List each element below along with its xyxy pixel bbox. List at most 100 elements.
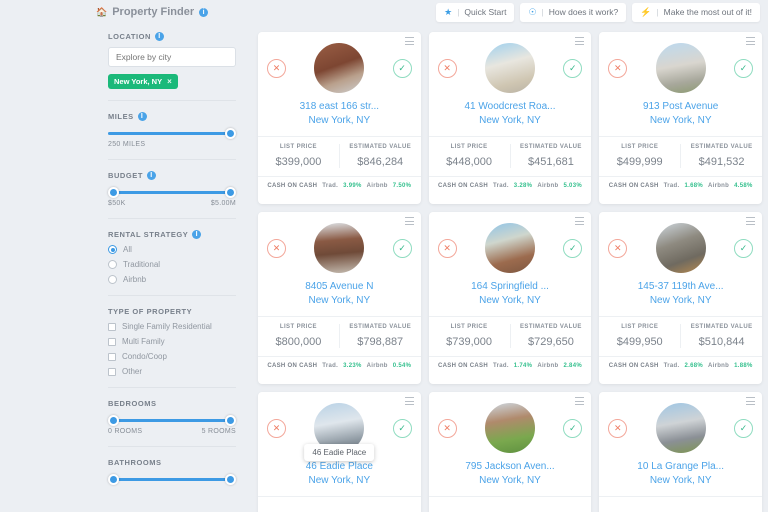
checkbox-condo-coop[interactable]: Condo/Coop — [108, 352, 236, 361]
property-address[interactable]: 145-37 119th Ave... — [599, 280, 762, 294]
list-price-cell: LIST PRICE $399,000 — [258, 144, 339, 168]
reject-property-button[interactable]: ✕ — [438, 239, 457, 258]
radio-icon[interactable] — [108, 260, 117, 269]
slider-knob-max[interactable] — [225, 474, 236, 485]
airbnb-value: 2.84% — [563, 363, 582, 369]
list-price-value: $499,950 — [599, 336, 680, 348]
estimated-value-label: ESTIMATED VALUE — [681, 324, 762, 330]
property-address[interactable]: 10 La Grange Pla... — [599, 460, 762, 474]
checkbox-label: Single Family Residential — [122, 322, 212, 331]
checkbox-icon[interactable] — [108, 323, 116, 331]
separator: | — [457, 7, 459, 17]
bathrooms-slider[interactable] — [108, 473, 236, 485]
reject-property-button[interactable]: ✕ — [267, 419, 286, 438]
bolt-icon: ⚡ — [640, 7, 651, 18]
property-address[interactable]: 318 east 166 str... — [258, 100, 421, 114]
property-card[interactable]: ✕ ✓ 145-37 119th Ave... New York, NY LIS… — [599, 212, 762, 384]
estimated-value-value: $729,650 — [511, 336, 592, 348]
budget-min-label: $50K — [108, 200, 126, 207]
property-thumbnail[interactable] — [483, 221, 537, 275]
info-icon[interactable]: i — [199, 8, 208, 17]
slider-knob-max[interactable] — [225, 128, 236, 139]
accept-property-button[interactable]: ✓ — [393, 419, 412, 438]
accept-property-button[interactable]: ✓ — [734, 419, 753, 438]
cash-on-cash-row: CASH ON CASH Trad. 3.99% Airbnb 7.50% — [258, 176, 421, 189]
make-the-most-button[interactable]: ⚡ | Make the most out of it! — [632, 3, 760, 22]
airbnb-value: 1.88% — [734, 363, 753, 369]
quick-start-button[interactable]: ★ | Quick Start — [436, 3, 514, 22]
property-thumbnail[interactable] — [654, 401, 708, 455]
miles-slider[interactable] — [108, 127, 236, 139]
checkbox-other[interactable]: Other — [108, 367, 236, 376]
info-icon[interactable]: i — [192, 230, 201, 239]
checkbox-icon[interactable] — [108, 338, 116, 346]
accept-property-button[interactable]: ✓ — [734, 239, 753, 258]
city-search-input[interactable] — [108, 47, 236, 67]
property-thumbnail[interactable] — [654, 221, 708, 275]
bathrooms-section: BATHROOMS — [96, 458, 248, 485]
property-thumbnail[interactable] — [312, 41, 366, 95]
radio-icon-selected[interactable] — [108, 245, 117, 254]
card-image-area: ✕ ✓ — [258, 220, 421, 276]
property-card[interactable]: ✕ ✓ 795 Jackson Aven... New York, NY — [429, 392, 592, 512]
property-card[interactable]: ✕ ✓ 318 east 166 str... New York, NY LIS… — [258, 32, 421, 204]
accept-property-button[interactable]: ✓ — [563, 419, 582, 438]
reject-property-button[interactable]: ✕ — [608, 239, 627, 258]
accept-property-button[interactable]: ✓ — [734, 59, 753, 78]
reject-property-button[interactable]: ✕ — [267, 239, 286, 258]
reject-property-button[interactable]: ✕ — [608, 59, 627, 78]
reject-property-button[interactable]: ✕ — [438, 419, 457, 438]
info-icon[interactable]: i — [147, 171, 156, 180]
property-address[interactable]: 41 Woodcrest Roa... — [429, 100, 592, 114]
reject-property-button[interactable]: ✕ — [438, 59, 457, 78]
checkbox-icon[interactable] — [108, 353, 116, 361]
accept-property-button[interactable]: ✓ — [563, 239, 582, 258]
checkbox-icon[interactable] — [108, 368, 116, 376]
property-card[interactable]: ✕ ✓ 46 Eadie Place 46 Eadie Place New Yo… — [258, 392, 421, 512]
property-card[interactable]: ✕ ✓ 41 Woodcrest Roa... New York, NY LIS… — [429, 32, 592, 204]
radio-option-all[interactable]: All — [108, 245, 236, 254]
bedrooms-slider[interactable] — [108, 414, 236, 426]
property-address[interactable]: 913 Post Avenue — [599, 100, 762, 114]
property-card[interactable]: ✕ ✓ 10 La Grange Pla... New York, NY — [599, 392, 762, 512]
location-chip-new-york[interactable]: New York, NY × — [108, 74, 178, 89]
cash-on-cash-row: CASH ON CASH Trad. 3.28% Airbnb 5.03% — [429, 176, 592, 189]
radio-icon[interactable] — [108, 275, 117, 284]
radio-label: Traditional — [123, 260, 160, 269]
checkbox-single-family[interactable]: Single Family Residential — [108, 322, 236, 331]
slider-knob-min[interactable] — [108, 187, 119, 198]
divider — [108, 218, 236, 219]
property-card[interactable]: ✕ ✓ 8405 Avenue N New York, NY LIST PRIC… — [258, 212, 421, 384]
property-address[interactable]: 164 Springfield ... — [429, 280, 592, 294]
checkbox-multi-family[interactable]: Multi Family — [108, 337, 236, 346]
reject-property-button[interactable]: ✕ — [267, 59, 286, 78]
radio-option-airbnb[interactable]: Airbnb — [108, 275, 236, 284]
how-does-it-work-button[interactable]: ☉ | How does it work? — [520, 3, 626, 22]
close-icon[interactable]: × — [167, 77, 172, 86]
slider-knob-max[interactable] — [225, 187, 236, 198]
accept-property-button[interactable]: ✓ — [563, 59, 582, 78]
budget-slider[interactable] — [108, 186, 236, 198]
card-image-area: ✕ ✓ — [599, 400, 762, 456]
property-address[interactable]: 8405 Avenue N — [258, 280, 421, 294]
accept-property-button[interactable]: ✓ — [393, 239, 412, 258]
accept-property-button[interactable]: ✓ — [393, 59, 412, 78]
property-card[interactable]: ✕ ✓ 164 Springfield ... New York, NY LIS… — [429, 212, 592, 384]
estimated-value-label: ESTIMATED VALUE — [340, 144, 421, 150]
slider-knob-max[interactable] — [225, 415, 236, 426]
property-thumbnail[interactable] — [312, 221, 366, 275]
property-address[interactable]: 795 Jackson Aven... — [429, 460, 592, 474]
slider-knob-min[interactable] — [108, 415, 119, 426]
slider-knob-min[interactable] — [108, 474, 119, 485]
property-thumbnail[interactable] — [483, 401, 537, 455]
property-thumbnail[interactable] — [654, 41, 708, 95]
reject-property-button[interactable]: ✕ — [608, 419, 627, 438]
info-icon[interactable]: i — [138, 112, 147, 121]
property-thumbnail[interactable] — [483, 41, 537, 95]
property-card[interactable]: ✕ ✓ 913 Post Avenue New York, NY LIST PR… — [599, 32, 762, 204]
radio-option-traditional[interactable]: Traditional — [108, 260, 236, 269]
property-address[interactable]: 46 Eadie Place — [258, 460, 421, 474]
info-icon[interactable]: i — [155, 32, 164, 41]
card-image-area: ✕ ✓ — [599, 220, 762, 276]
make-the-most-label: Make the most out of it! — [664, 7, 752, 17]
